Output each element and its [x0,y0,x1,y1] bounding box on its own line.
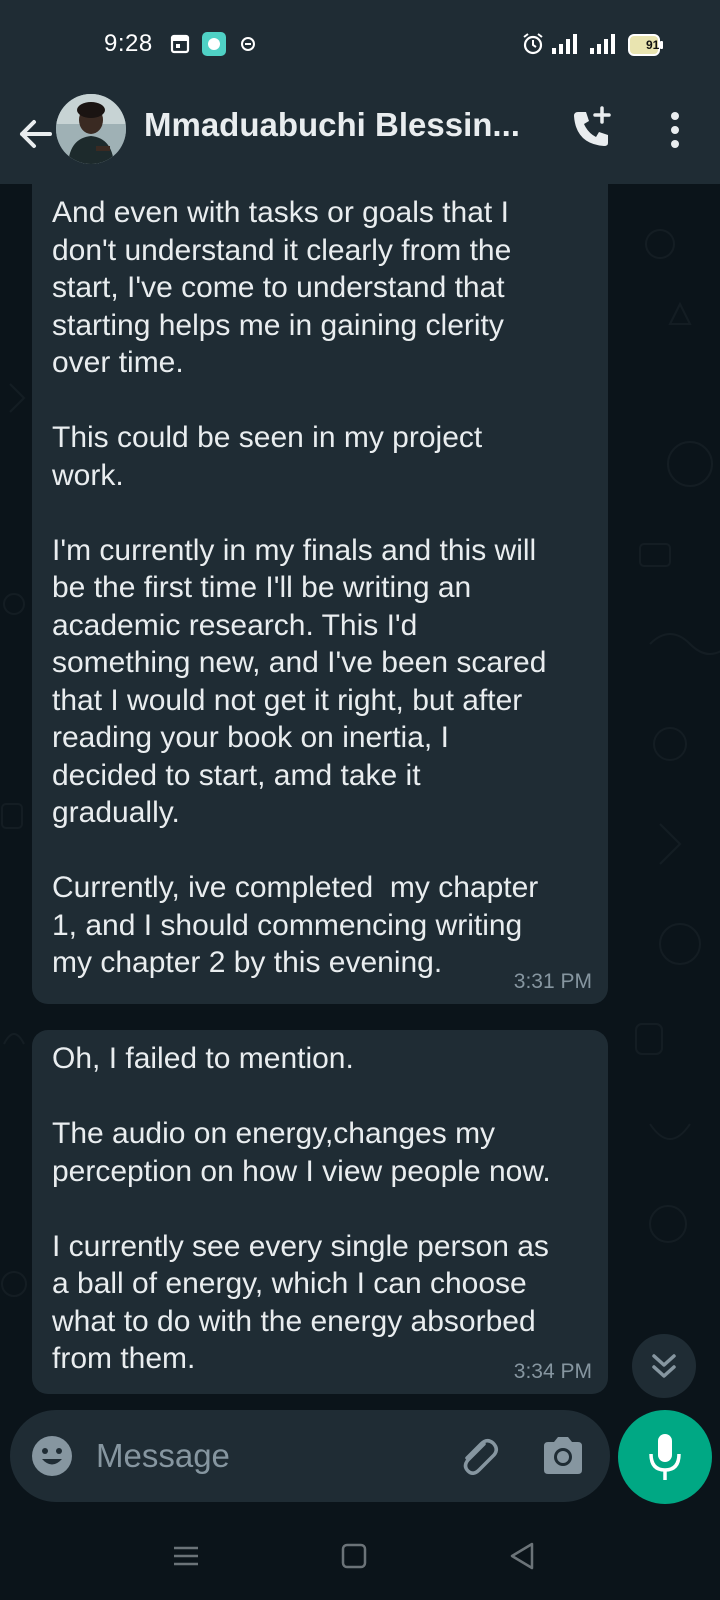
microphone-icon [649,1434,681,1480]
home-icon[interactable] [336,1538,372,1574]
message-bubble[interactable]: And even with tasks or goals that I don'… [32,184,608,1004]
chat-area[interactable]: And even with tasks or goals that I don'… [0,184,720,1514]
system-nav-bar [0,1512,720,1600]
back-nav-icon[interactable] [504,1538,540,1574]
contact-name[interactable]: Mmaduabuchi Blessin... [144,106,534,144]
double-chevron-down-icon [652,1354,676,1378]
emoji-icon[interactable] [30,1434,74,1478]
notification-icon [241,37,255,51]
more-vert-icon[interactable] [660,108,690,152]
scroll-down-button[interactable] [632,1334,696,1398]
message-text: Oh, I failed to mention. The audio on en… [52,1042,551,1375]
camera-icon[interactable] [540,1434,586,1478]
recent-apps-icon[interactable] [168,1538,204,1574]
message-time: 3:31 PM [513,970,592,993]
voice-message-button[interactable] [618,1410,712,1504]
arrow-left-icon[interactable] [14,112,58,156]
status-time: 9:28 [104,30,153,57]
message-composer [10,1410,610,1502]
message-bubble[interactable]: Oh, I failed to mention. The audio on en… [32,1030,608,1394]
chat-header: Mmaduabuchi Blessin... [0,88,720,184]
paperclip-icon[interactable] [454,1432,502,1480]
calendar-icon [170,34,190,54]
avatar-image [56,94,126,164]
signal-icon [552,34,577,54]
avatar[interactable] [56,94,126,164]
message-input[interactable] [96,1432,436,1480]
battery-level: 91 [646,38,660,52]
signal-icon [590,34,615,54]
add-call-icon[interactable] [568,104,616,152]
chat-app-icon [202,32,226,56]
status-bar: 9:28 91 [0,0,720,88]
alarm-icon [523,33,543,55]
message-text: And even with tasks or goals that I don'… [52,196,547,979]
message-time: 3:34 PM [513,1360,592,1383]
